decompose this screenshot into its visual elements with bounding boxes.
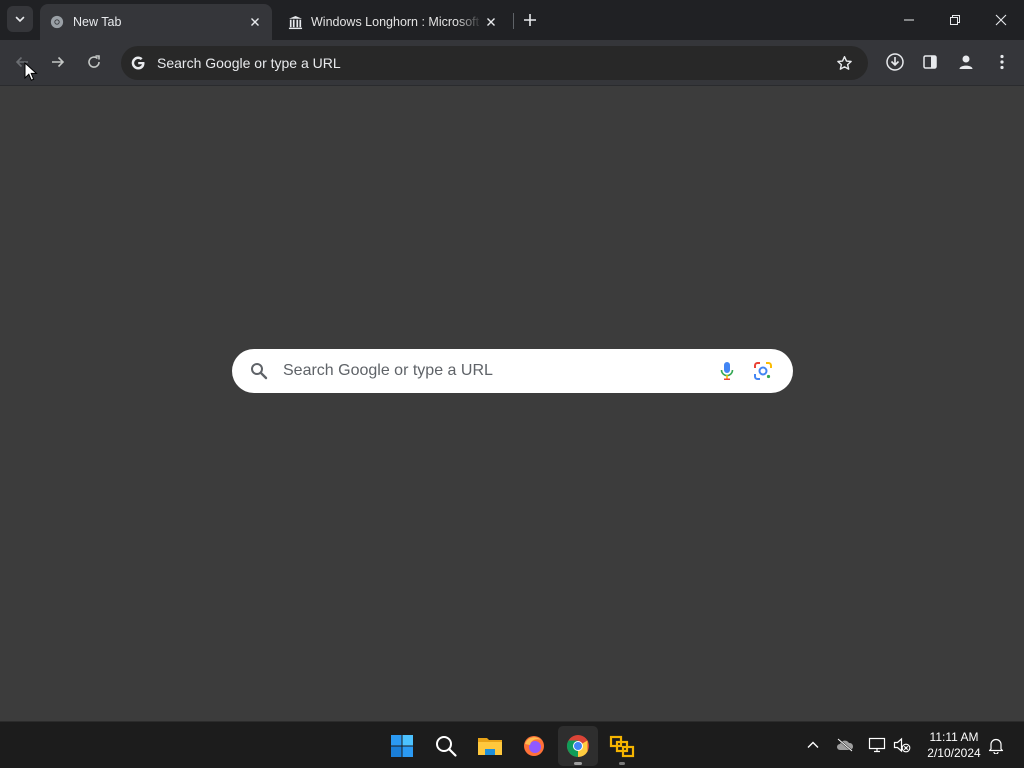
tab-new-tab[interactable]: New Tab [40, 4, 272, 40]
tab-title: Windows Longhorn : Microsoft [311, 15, 480, 29]
profile-icon [959, 55, 973, 69]
restore-icon [950, 15, 960, 25]
close-icon [487, 18, 495, 26]
chrome-menu-button[interactable] [987, 47, 1017, 77]
window-close-button[interactable] [978, 0, 1024, 40]
plus-icon [524, 14, 536, 26]
chevron-up-icon [807, 741, 819, 748]
reload-button[interactable] [79, 47, 109, 77]
firefox-button[interactable] [514, 726, 554, 766]
running-indicator [619, 762, 625, 765]
taskbar-clock[interactable]: 11:11 AM 2/10/2024 [918, 729, 990, 761]
ntp-search-placeholder: Search Google or type a URL [283, 362, 493, 379]
tab-windows-longhorn[interactable]: Windows Longhorn : Microsoft [278, 4, 508, 40]
file-explorer-icon [478, 738, 502, 755]
show-hidden-icons-button[interactable] [802, 734, 824, 756]
downloads-button[interactable] [880, 47, 910, 77]
google-g-icon [129, 54, 147, 72]
volume-muted-icon [893, 737, 911, 753]
new-tab-page: Search Google or type a URL [0, 86, 1024, 721]
bookmark-button[interactable] [830, 49, 858, 77]
chrome-icon [49, 14, 65, 30]
volume-tray-button[interactable] [891, 734, 913, 756]
windows-start-icon [391, 735, 413, 757]
side-panel-button[interactable] [915, 47, 945, 77]
forward-button[interactable] [43, 47, 73, 77]
star-icon [836, 55, 852, 70]
notification-bell-icon [988, 738, 1004, 754]
chevron-down-icon [15, 16, 25, 23]
tab-separator [513, 13, 514, 29]
google-lens-icon [754, 362, 772, 380]
browser-toolbar: Search Google or type a URL [0, 40, 1024, 86]
mouse-cursor-icon [24, 62, 38, 81]
search-icon [249, 361, 269, 381]
close-icon [251, 18, 259, 26]
address-bar-placeholder: Search Google or type a URL [157, 55, 341, 71]
search-icon [436, 736, 457, 757]
taskbar-search-button[interactable] [426, 726, 466, 766]
clock-time: 11:11 AM [929, 730, 979, 744]
voice-search-button[interactable] [715, 359, 739, 383]
tab-close-button[interactable] [482, 13, 500, 31]
menu-icon [1000, 54, 1004, 70]
file-explorer-button[interactable] [470, 726, 510, 766]
vmware-icon [609, 735, 635, 758]
notifications-button[interactable] [985, 734, 1007, 756]
network-icon [868, 737, 886, 753]
minimize-icon [904, 19, 914, 21]
windows-taskbar: 11:11 AM 2/10/2024 [0, 721, 1024, 768]
forward-icon [52, 56, 65, 68]
tab-search-button[interactable] [7, 6, 33, 32]
side-panel-icon [923, 55, 937, 69]
chrome-taskbar-button[interactable] [558, 726, 598, 766]
onedrive-tray-button[interactable] [834, 734, 856, 756]
firefox-icon [524, 736, 544, 756]
network-tray-button[interactable] [866, 734, 888, 756]
restore-button[interactable] [932, 0, 978, 40]
download-icon [886, 53, 904, 71]
address-bar[interactable]: Search Google or type a URL [121, 46, 868, 80]
tab-close-button[interactable] [246, 13, 264, 31]
tab-title: New Tab [73, 15, 122, 29]
close-icon [995, 14, 1007, 26]
minimize-button[interactable] [886, 0, 932, 40]
clock-date: 2/10/2024 [927, 746, 981, 760]
start-button[interactable] [382, 726, 422, 766]
running-indicator [574, 762, 582, 765]
profile-button[interactable] [951, 47, 981, 77]
chrome-icon [567, 735, 589, 757]
archive-icon [287, 14, 303, 30]
google-lens-button[interactable] [751, 359, 775, 383]
microphone-icon [720, 362, 734, 380]
vmware-button[interactable] [602, 726, 642, 766]
ntp-search-box[interactable]: Search Google or type a URL [232, 349, 793, 393]
onedrive-icon [837, 738, 854, 752]
tab-strip: New Tab Windows Longhorn : Microsoft [0, 0, 1024, 40]
reload-icon [88, 55, 100, 68]
new-tab-button[interactable] [518, 8, 542, 32]
